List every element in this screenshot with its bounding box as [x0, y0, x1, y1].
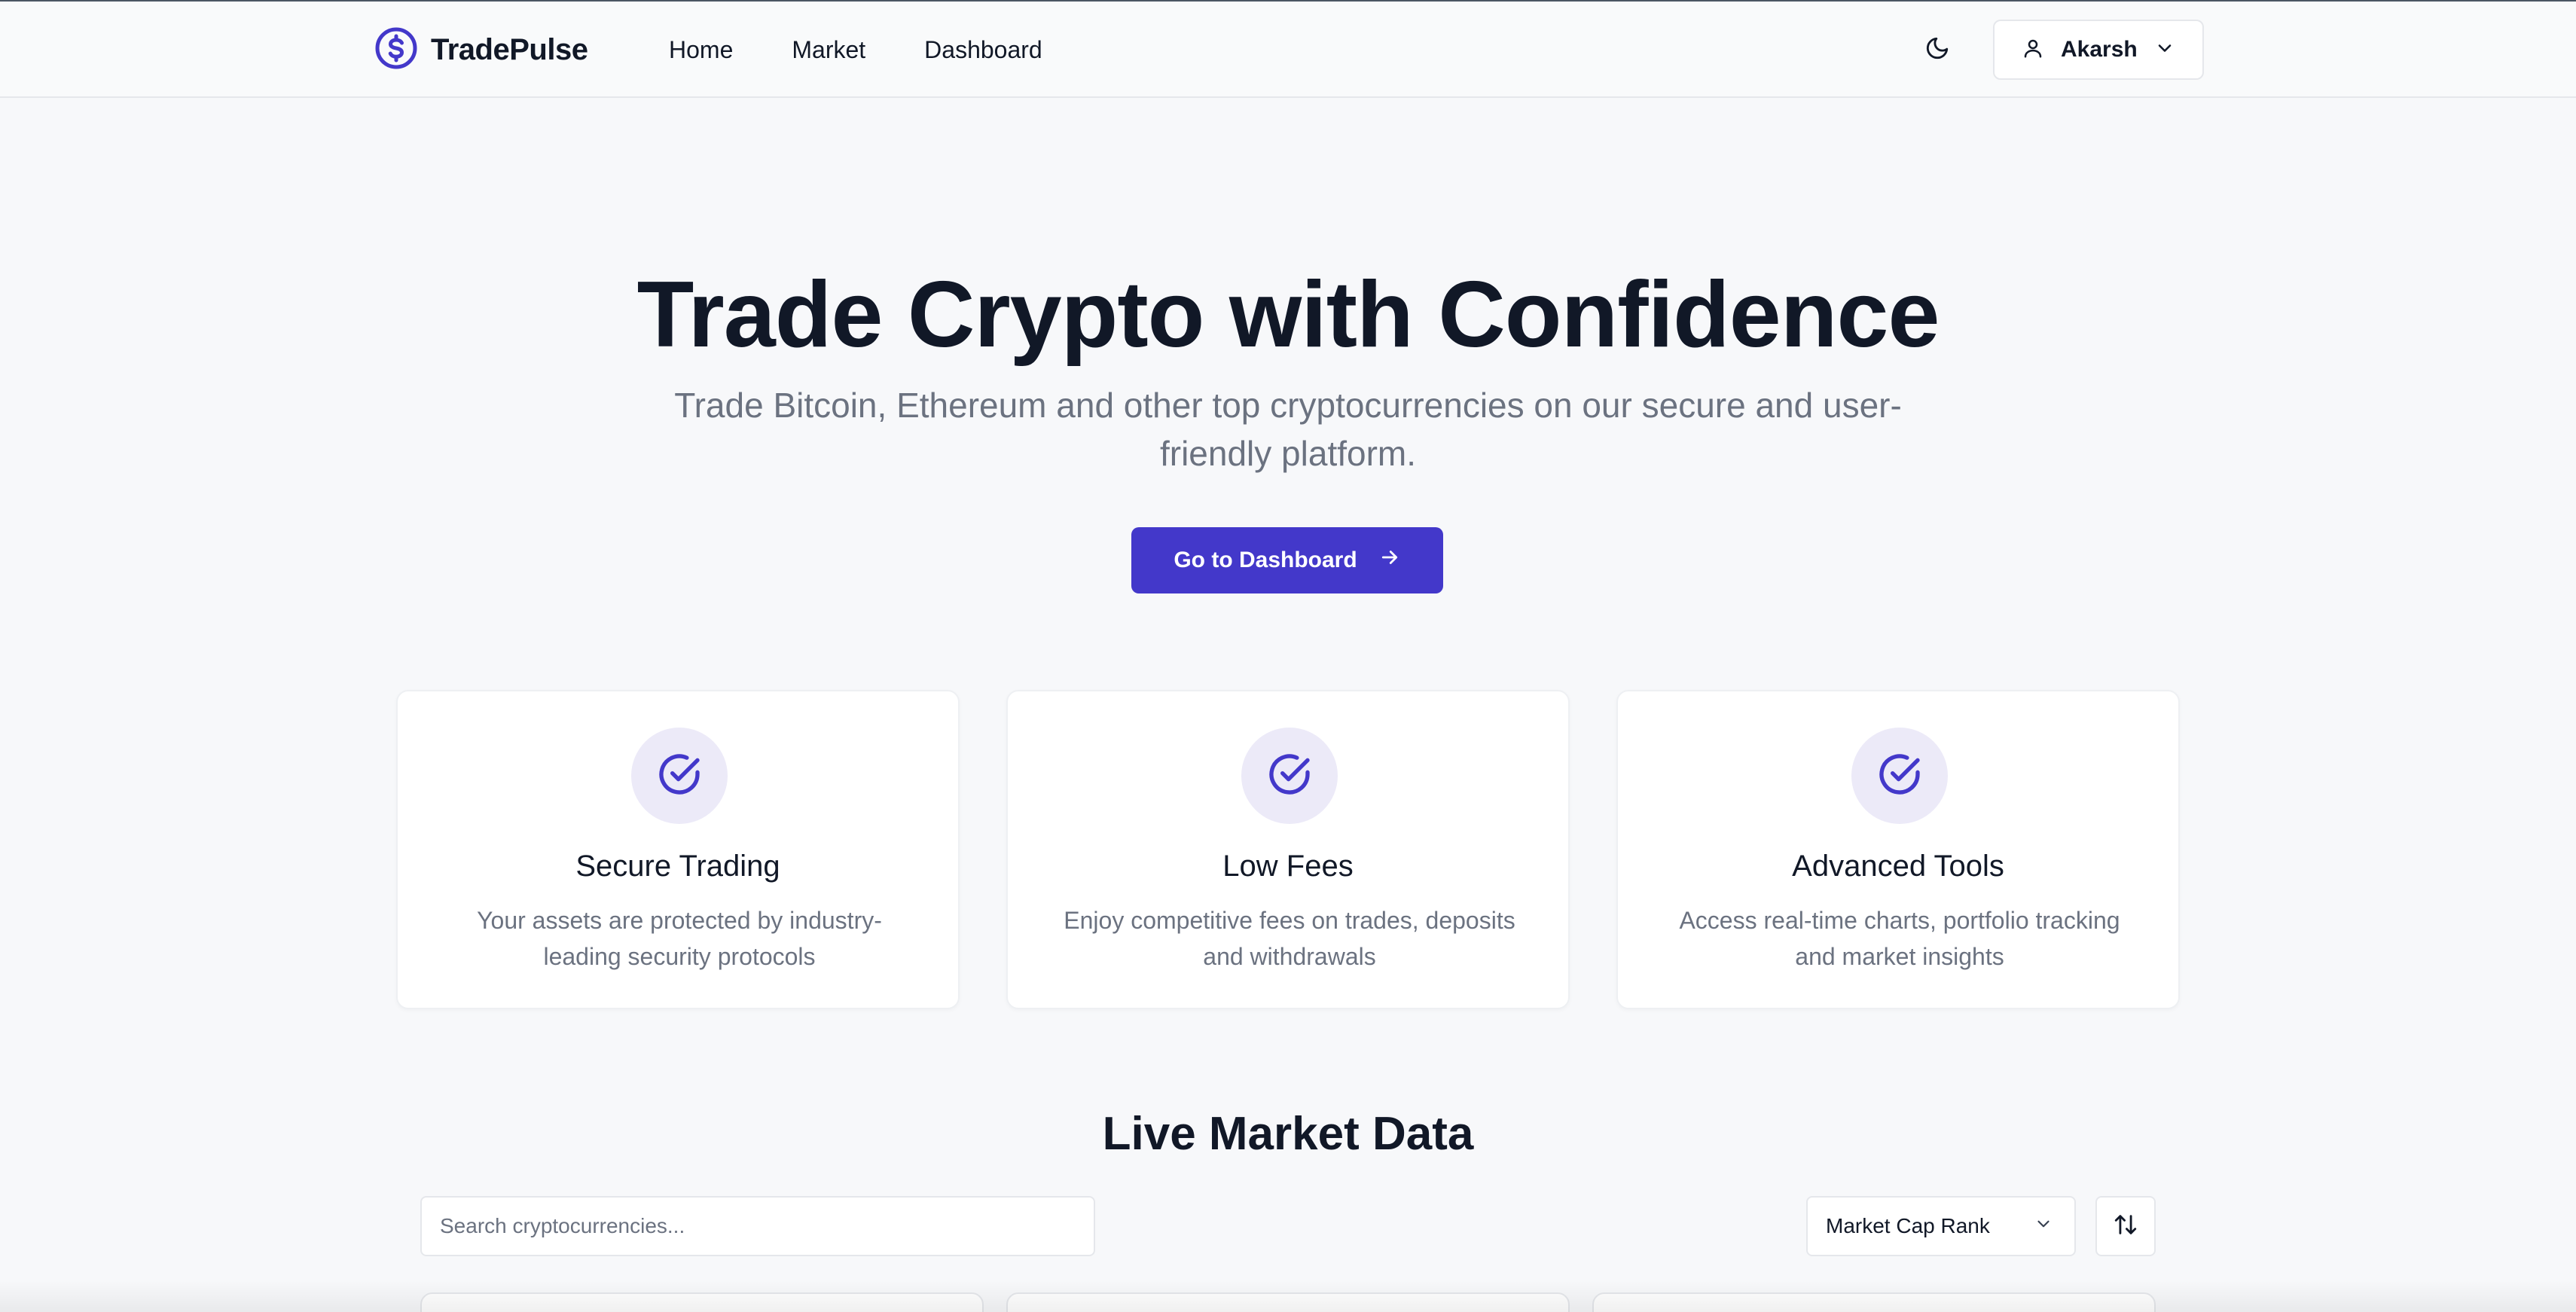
crypto-card[interactable] [420, 1292, 984, 1312]
feature-icon-badge [1851, 728, 1948, 824]
nav-home[interactable]: Home [669, 29, 733, 71]
main-nav: Home Market Dashboard [669, 29, 1042, 71]
feature-card-advanced-tools: Advanced Tools Access real-time charts, … [1616, 690, 2180, 1009]
check-circle-icon [1265, 750, 1314, 802]
feature-card-low-fees: Low Fees Enjoy competitive fees on trade… [1006, 690, 1570, 1009]
go-to-dashboard-button[interactable]: Go to Dashboard [1131, 527, 1443, 593]
arrow-right-icon [1378, 546, 1401, 575]
live-market-data-title: Live Market Data [1102, 1108, 1474, 1160]
moon-icon [1924, 35, 1950, 65]
user-menu-button[interactable]: Akarsh [1993, 20, 2204, 80]
hero-title: Trade Crypto with Confidence [636, 263, 1940, 367]
feature-title: Advanced Tools [1792, 850, 2004, 883]
feature-icon-badge [631, 728, 728, 824]
feature-description: Your assets are protected by industry-le… [477, 907, 882, 970]
feature-title: Secure Trading [575, 850, 780, 883]
nav-market[interactable]: Market [792, 29, 865, 71]
search-input[interactable] [420, 1196, 1095, 1256]
feature-description: Access real-time charts, portfolio track… [1679, 907, 2120, 970]
sort-by-select[interactable]: Market Cap Rank [1806, 1196, 2076, 1256]
crypto-card[interactable] [1006, 1292, 1570, 1312]
cta-label: Go to Dashboard [1174, 548, 1357, 572]
brand-name: TradePulse [431, 32, 588, 66]
dollar-circle-icon [374, 26, 419, 75]
feature-card-secure-trading: Secure Trading Your assets are protected… [396, 690, 960, 1009]
feature-icon-badge [1241, 728, 1338, 824]
chevron-down-icon [2154, 38, 2175, 63]
user-icon [2022, 37, 2044, 63]
feature-title: Low Fees [1222, 850, 1354, 883]
sort-by-selected-value: Market Cap Rank [1826, 1214, 1990, 1237]
hero-subtitle: Trade Bitcoin, Ethereum and other top cr… [674, 386, 1902, 473]
check-circle-icon [655, 750, 704, 802]
user-name: Akarsh [2061, 37, 2138, 62]
feature-description: Enjoy competitive fees on trades, deposi… [1064, 907, 1515, 970]
crypto-card[interactable] [1592, 1292, 2156, 1312]
sort-direction-button[interactable] [2095, 1196, 2156, 1256]
chevron-down-icon [2034, 1214, 2053, 1239]
nav-dashboard[interactable]: Dashboard [924, 29, 1042, 71]
check-circle-icon [1876, 750, 1924, 802]
sort-arrows-icon [2113, 1212, 2138, 1241]
theme-toggle-button[interactable] [1916, 29, 1958, 71]
top-navbar: TradePulse Home Market Dashboard Akarsh [0, 2, 2576, 98]
brand-logo[interactable]: TradePulse [374, 26, 588, 74]
